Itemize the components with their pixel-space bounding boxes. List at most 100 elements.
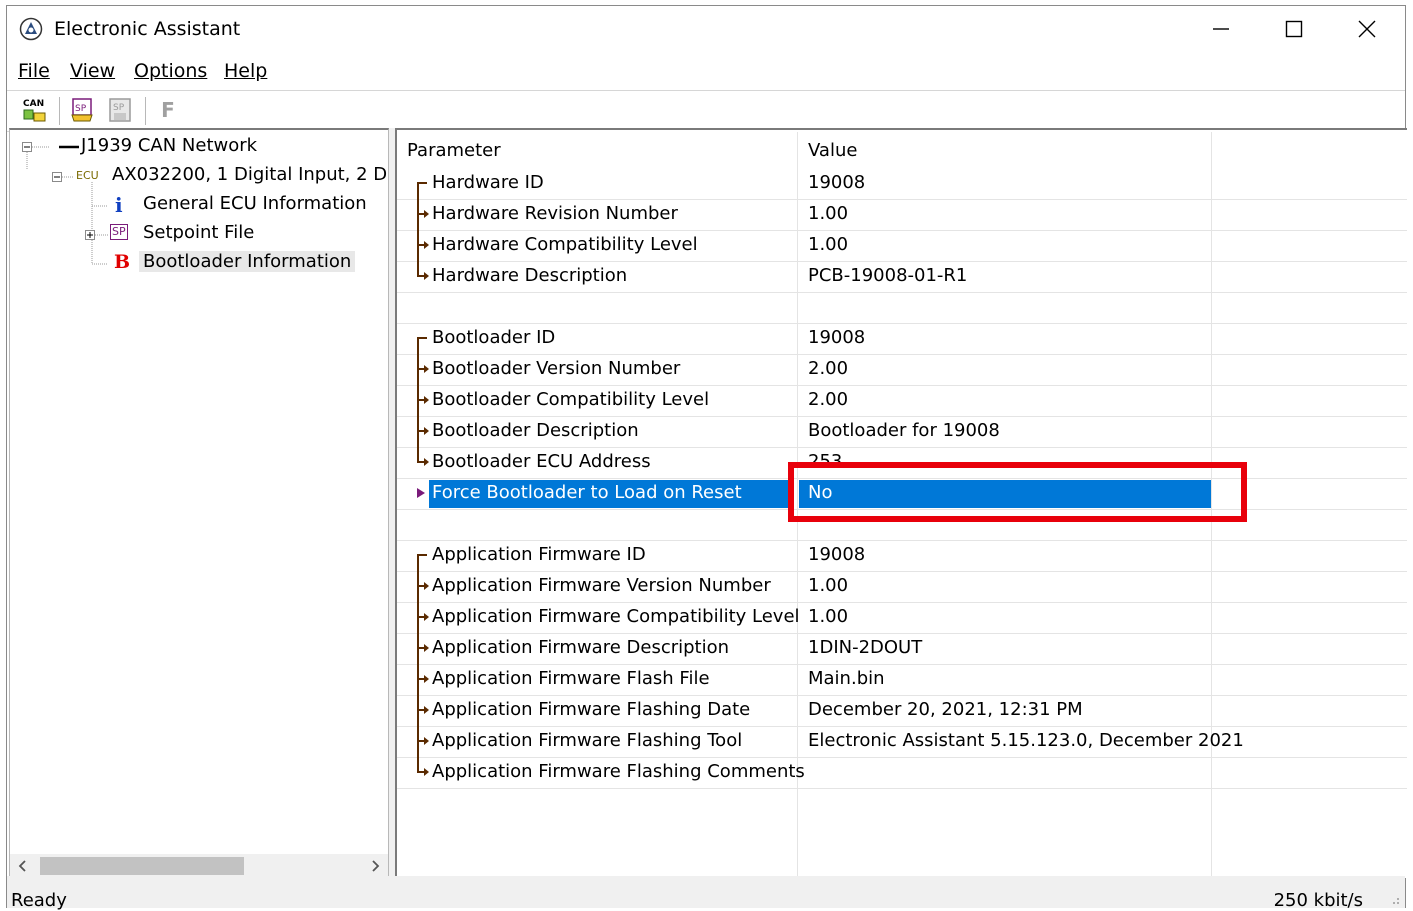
tree-connector-icon (417, 354, 429, 385)
menu-view-label: View (70, 60, 116, 82)
setpoint-icon: SP (110, 224, 128, 240)
tree-horizontal-scrollbar[interactable] (10, 854, 388, 878)
parameter-name: Hardware Description (432, 265, 628, 286)
tree-connector-icon (417, 447, 429, 466)
save-setpoint-icon: SP (109, 98, 131, 122)
close-icon (1358, 20, 1376, 38)
flash-icon: F (161, 98, 175, 122)
table-row[interactable]: Application Firmware Flashing Comments (397, 757, 1407, 789)
flash-button[interactable]: F (153, 95, 183, 125)
tree-connector-icon (417, 261, 429, 280)
ecu-tree-pane[interactable]: J1939 CAN Network ECU AX032200, 1 Digita… (9, 128, 389, 879)
parameter-name: Application Firmware ID (432, 544, 646, 565)
tree-item-setpoint[interactable]: Setpoint File (143, 222, 254, 243)
parameter-name: Bootloader Description (432, 420, 639, 441)
menu-options-label: Options (134, 60, 208, 82)
toolbar: CAN SP SP F (7, 90, 1405, 132)
info-icon: i (115, 193, 123, 217)
tree-connector-icon (417, 633, 429, 664)
tree-connector-icon (417, 602, 429, 633)
tree-connector-icon (417, 554, 427, 571)
grid-header: Parameter Value (397, 132, 1407, 166)
baud-rate: 250 kbit/s (1273, 890, 1363, 911)
can-connect-icon: CAN (23, 99, 46, 122)
table-row[interactable]: Application Firmware Flashing Tool Electr… (397, 726, 1407, 758)
window-title: Electronic Assistant (54, 18, 241, 40)
parameter-value: Bootloader for 19008 (808, 420, 1000, 441)
parameter-name: Application Firmware Flashing Tool (432, 730, 743, 751)
menu-file[interactable]: File (18, 60, 50, 82)
parameter-name: Hardware ID (432, 172, 544, 193)
column-header-value[interactable]: Value (808, 140, 857, 161)
parameter-name: Hardware Compatibility Level (432, 234, 698, 255)
scrollbar-thumb[interactable] (40, 857, 244, 875)
maximize-icon (1285, 20, 1303, 38)
table-row[interactable]: Bootloader ID 19008 (397, 323, 1407, 355)
parameter-value: 1.00 (808, 575, 849, 596)
status-text: Ready (11, 890, 67, 911)
table-row[interactable]: Application Firmware Compatibility Level… (397, 602, 1407, 634)
menu-help[interactable]: Help (224, 60, 267, 82)
tree-item-general[interactable]: General ECU Information (143, 193, 367, 214)
parameter-name: Bootloader ECU Address (432, 451, 651, 472)
ecu-icon: ECU (76, 169, 99, 182)
tree-connector-icon (417, 182, 427, 199)
menu-view[interactable]: View (70, 60, 115, 82)
table-row[interactable]: Hardware ID 19008 (397, 168, 1407, 200)
parameter-name: Force Bootloader to Load on Reset (432, 482, 742, 503)
tree-connector-icon (417, 757, 429, 776)
tree-item-network[interactable]: J1939 CAN Network (81, 135, 257, 156)
tree-connector-icon (417, 230, 429, 261)
tree-connector-icon (417, 337, 427, 354)
menu-bar (7, 54, 1405, 90)
table-row[interactable]: Application Firmware Description 1DIN-2DO… (397, 633, 1407, 665)
parameter-value: 1.00 (808, 606, 849, 627)
parameter-value: 1DIN-2DOUT (808, 637, 923, 658)
spacer-row (397, 292, 1407, 324)
table-row[interactable]: Application Firmware ID 19008 (397, 540, 1407, 572)
parameter-value: 1.00 (808, 234, 849, 255)
tree-connector-icon (417, 571, 429, 602)
tree-connector-icon (417, 416, 429, 447)
tree-connector-icon (417, 695, 429, 726)
table-row[interactable]: Hardware Compatibility Level 1.00 (397, 230, 1407, 262)
close-button[interactable] (1331, 6, 1403, 52)
open-setpoint-icon: SP (71, 98, 93, 122)
open-setpoint-button[interactable]: SP (68, 95, 98, 125)
annotation-highlight-box (788, 462, 1247, 522)
table-row[interactable]: Hardware Revision Number 1.00 (397, 199, 1407, 231)
svg-text:SP: SP (75, 104, 87, 114)
can-connect-button[interactable]: CAN (20, 95, 50, 125)
tree-connector-icon (417, 664, 429, 695)
menu-options[interactable]: Options (134, 60, 207, 82)
table-row[interactable]: Bootloader Description Bootloader for 190… (397, 416, 1407, 448)
scroll-left-icon[interactable] (16, 859, 30, 873)
parameter-value: PCB-19008-01-R1 (808, 265, 968, 286)
parameter-name: Application Firmware Version Number (432, 575, 771, 596)
parameter-value: December 20, 2021, 12:31 PM (808, 699, 1083, 720)
tree-item-ecu[interactable]: AX032200, 1 Digital Input, 2 Digi (112, 164, 388, 185)
tree-item-bootloader[interactable]: Bootloader Information (139, 251, 356, 272)
table-row[interactable]: Bootloader Compatibility Level 2.00 (397, 385, 1407, 417)
tree-connector-icon (417, 726, 429, 757)
table-row[interactable]: Bootloader Version Number 2.00 (397, 354, 1407, 386)
app-logo-icon (19, 17, 43, 41)
parameter-value: 19008 (808, 327, 866, 348)
scroll-right-icon[interactable] (368, 859, 382, 873)
maximize-button[interactable] (1258, 6, 1330, 52)
status-bar: Ready 250 kbit/s (7, 876, 1405, 911)
resize-grip-icon[interactable] (1387, 892, 1401, 906)
minimize-button[interactable] (1185, 6, 1257, 52)
menu-help-label: Help (224, 60, 268, 82)
parameter-value: 19008 (808, 172, 866, 193)
table-row[interactable]: Application Firmware Version Number 1.00 (397, 571, 1407, 603)
save-setpoint-button[interactable]: SP (105, 95, 135, 125)
title-bar[interactable]: Electronic Assistant (7, 6, 1405, 54)
column-header-parameter[interactable]: Parameter (407, 140, 501, 161)
table-row[interactable]: Hardware Description PCB-19008-01-R1 (397, 261, 1407, 293)
table-row[interactable]: Application Firmware Flashing Date Decemb… (397, 695, 1407, 727)
table-row[interactable]: Application Firmware Flash File Main.bin (397, 664, 1407, 696)
tree-connector-icon (417, 199, 429, 230)
parameter-name: Application Firmware Compatibility Level (432, 606, 800, 627)
network-icon (59, 145, 79, 149)
